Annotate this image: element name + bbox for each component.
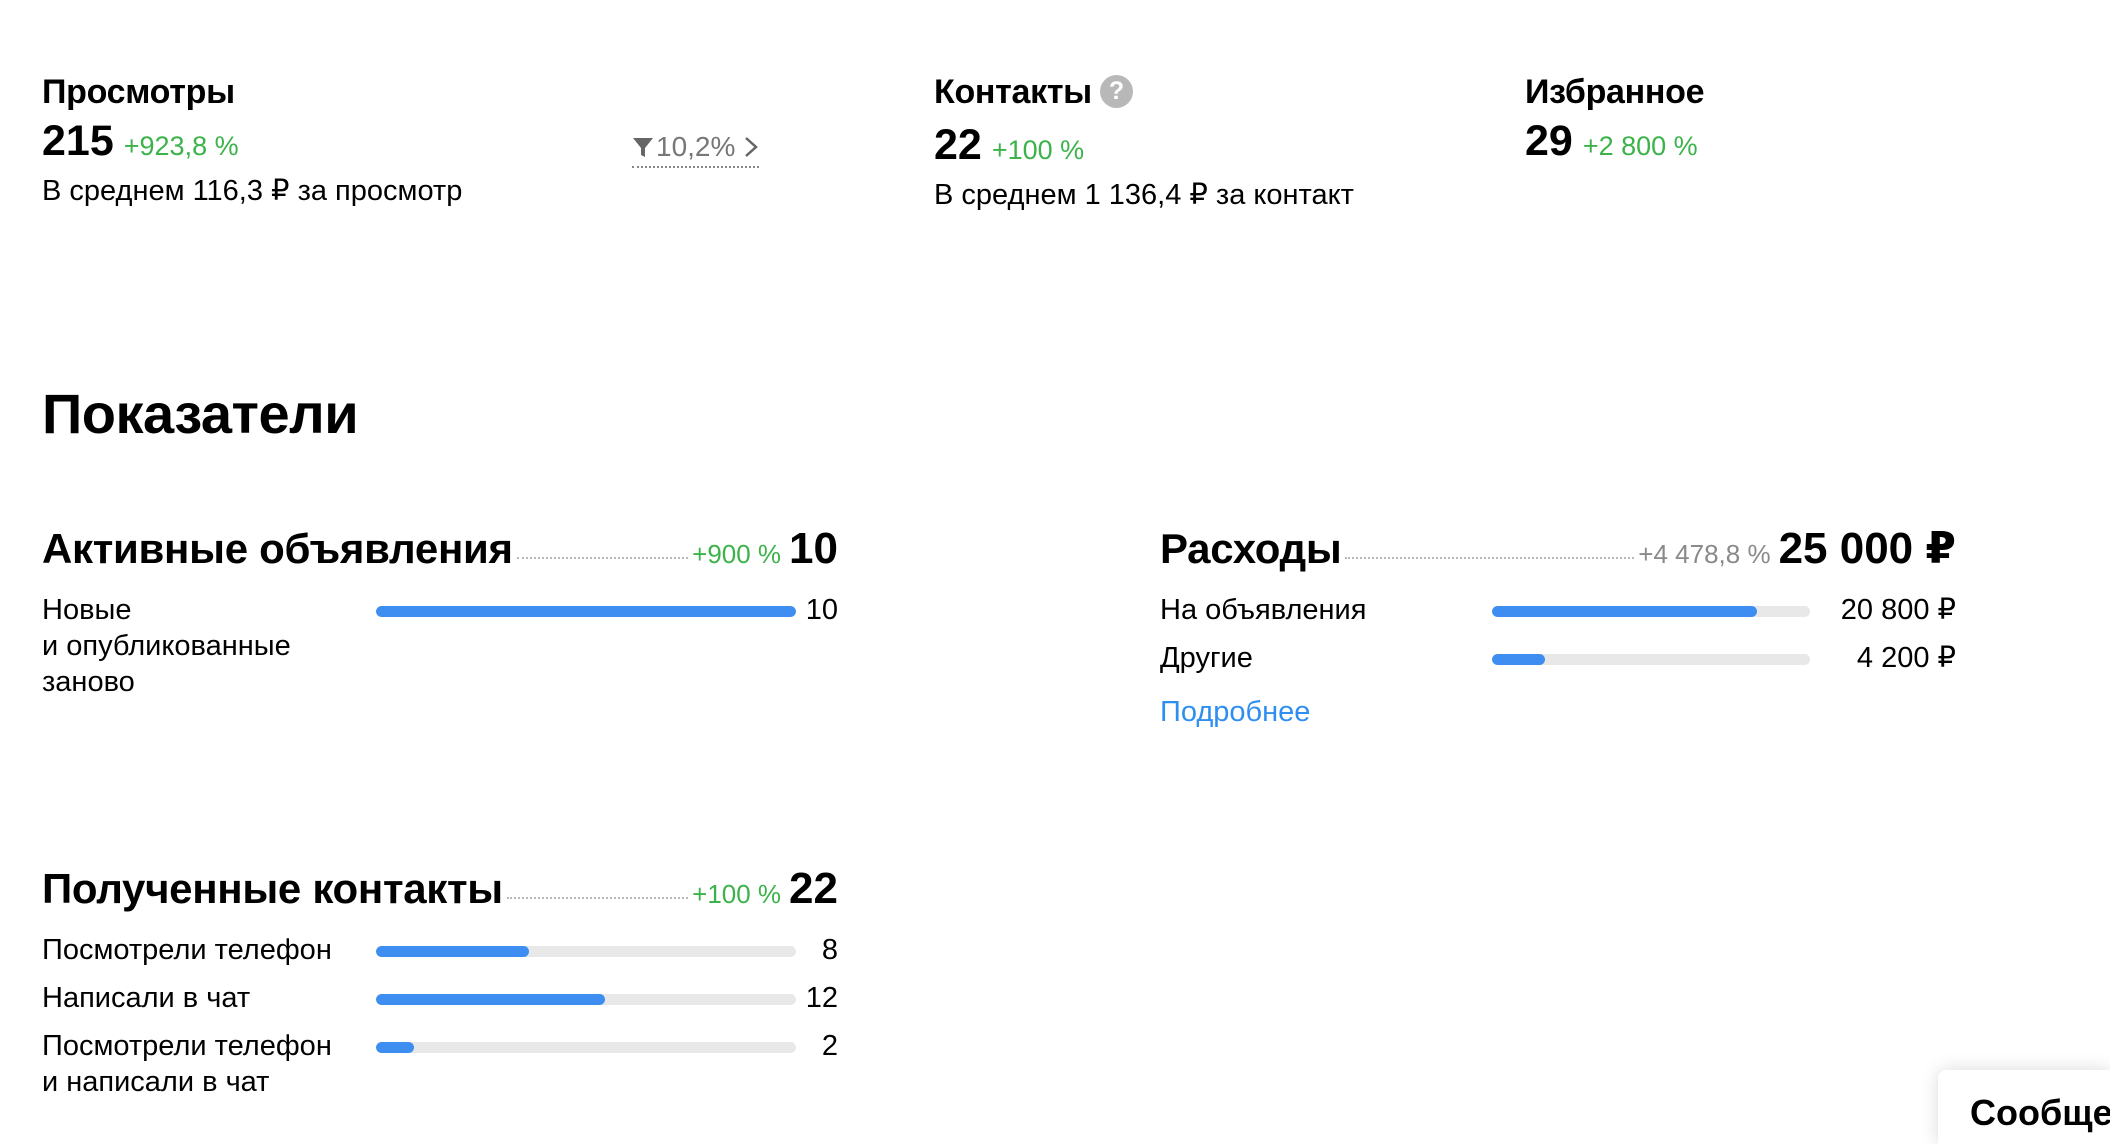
progress-bar <box>376 606 796 617</box>
expenses-row: Другие 4 200 ₽ <box>1160 640 1956 676</box>
contacts-stat: Контакты? 22 +100 % В среднем 1 136,4 ₽ з… <box>934 72 1354 213</box>
received-contacts-header: Полученные контакты +100 % 22 <box>42 864 838 914</box>
contacts-value-row: 22 +100 % <box>934 120 1354 175</box>
favorites-value: 29 <box>1525 117 1573 165</box>
received-contacts-title: Полученные контакты <box>42 865 503 912</box>
favorites-title: Избранное <box>1525 73 1705 111</box>
active-ads-row-label: Новые и опубликованные заново <box>42 592 372 700</box>
progress-bar-fill <box>376 1042 415 1053</box>
dotted-leader <box>1345 557 1635 559</box>
expenses-row-label: На объявления <box>1160 594 1367 626</box>
progress-bar-fill <box>376 946 529 957</box>
dotted-leader <box>516 557 689 559</box>
contacts-value: 22 <box>934 121 982 169</box>
conversion-value: 10,2% <box>656 131 736 162</box>
label-line: Посмотрели телефон <box>42 934 332 966</box>
label-line: Посмотрели телефон <box>42 1030 332 1062</box>
active-ads-header: Активные объявления +900 % 10 <box>42 524 838 574</box>
progress-bar <box>1492 654 1810 665</box>
received-contacts-row-label: Посмотрели телефон <box>42 932 332 968</box>
funnel-icon <box>633 137 653 157</box>
views-change: +923,8 % <box>123 131 239 161</box>
progress-bar-fill <box>1492 606 1757 617</box>
label-line: и опубликованные <box>42 630 291 662</box>
contacts-title: Контакты <box>934 73 1092 111</box>
received-contacts-value: 22 <box>789 864 838 913</box>
views-stat: Просмотры 215 +923,8 % В среднем 116,3 ₽ … <box>42 72 462 209</box>
received-contacts-row-value: 12 <box>805 982 838 1014</box>
received-contacts-row-label: Посмотрели телефон и написали в чат <box>42 1028 332 1100</box>
views-value: 215 <box>42 117 114 165</box>
received-contacts-row-label: Написали в чат <box>42 980 250 1016</box>
progress-bar-fill <box>376 994 605 1005</box>
progress-bar-fill <box>376 606 796 617</box>
contacts-subtitle: В среднем 1 136,4 ₽ за контакт <box>934 179 1354 211</box>
received-contacts-change: +100 % <box>692 879 782 909</box>
expenses-title: Расходы <box>1160 525 1342 572</box>
progress-bar <box>376 946 796 957</box>
active-ads-change: +900 % <box>692 539 782 569</box>
progress-bar <box>1492 606 1810 617</box>
favorites-stat: Избранное 29 +2 800 % <box>1525 72 1705 171</box>
received-contacts-row-value: 8 <box>821 934 838 966</box>
expenses-value: 25 000 ₽ <box>1778 524 1956 573</box>
messages-label[interactable]: Сообщения <box>1970 1092 2110 1134</box>
views-conversion-link[interactable]: 10,2% <box>632 130 760 168</box>
active-ads-block: Активные объявления +900 % 10 Новые и оп… <box>42 524 838 702</box>
expenses-row-value: 20 800 ₽ <box>1840 594 1956 626</box>
received-contacts-row: Написали в чат 12 <box>42 980 838 1016</box>
favorites-value-row: 29 +2 800 % <box>1525 116 1704 171</box>
favorites-change: +2 800 % <box>1582 131 1698 161</box>
label-line: и написали в чат <box>42 1066 270 1098</box>
expenses-change: +4 478,8 % <box>1638 539 1771 569</box>
label-line: Новые <box>42 594 132 626</box>
expenses-header: Расходы +4 478,8 % 25 000 ₽ <box>1160 524 1956 574</box>
received-contacts-row-value: 2 <box>821 1030 838 1062</box>
progress-bar <box>376 1042 796 1053</box>
contacts-change: +100 % <box>991 135 1085 165</box>
active-ads-row-value: 10 <box>805 594 838 626</box>
views-value-row: 215 +923,8 % <box>42 116 462 171</box>
chevron-right-icon <box>745 136 759 157</box>
received-contacts-row: Посмотрели телефон и написали в чат 2 <box>42 1028 838 1100</box>
help-icon[interactable]: ? <box>1099 74 1133 108</box>
label-line: заново <box>42 666 135 698</box>
views-subtitle: В среднем 116,3 ₽ за просмотр <box>42 175 463 207</box>
received-contacts-block: Полученные контакты +100 % 22 Посмотрели… <box>42 864 838 1100</box>
progress-bar <box>376 994 796 1005</box>
active-ads-title: Активные объявления <box>42 525 513 572</box>
progress-bar-fill <box>1492 654 1546 665</box>
contacts-title-row: Контакты? <box>934 72 1354 112</box>
expenses-row: На объявления 20 800 ₽ <box>1160 592 1956 628</box>
active-ads-value: 10 <box>789 524 838 573</box>
indicators-title: Показатели <box>42 382 359 445</box>
messages-panel[interactable]: Сообщения <box>1938 1070 2110 1144</box>
expenses-block: Расходы +4 478,8 % 25 000 ₽ На объявлени… <box>1160 524 1956 729</box>
views-title: Просмотры <box>42 73 235 111</box>
dotted-leader <box>506 897 689 899</box>
label-line: Написали в чат <box>42 982 251 1014</box>
active-ads-row: Новые и опубликованные заново 10 <box>42 592 838 702</box>
received-contacts-row: Посмотрели телефон 8 <box>42 932 838 968</box>
expenses-row-label: Другие <box>1160 642 1253 674</box>
expenses-row-value: 4 200 ₽ <box>1856 642 1956 674</box>
more-details-link[interactable]: Подробнее <box>1160 696 1956 729</box>
